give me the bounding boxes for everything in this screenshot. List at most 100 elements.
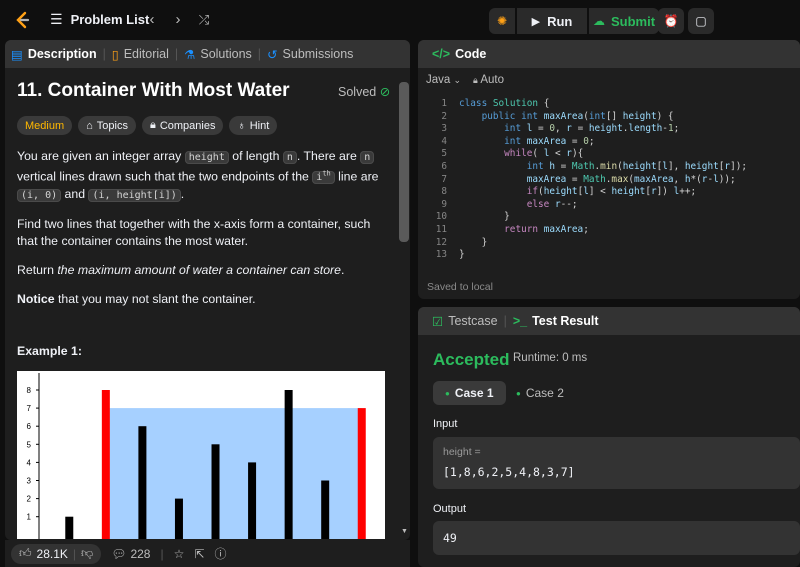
tab-submissions[interactable]: ↺ Submissions [261,40,359,68]
code-line: int l = 0, r = height.length-1; [504,123,680,135]
companies-chip[interactable]: 🔒︎ Companies [141,116,224,135]
next-problem-icon[interactable]: › [170,12,186,28]
case-2-tab[interactable]: ● Case 2 [504,381,576,405]
chart-bar [321,480,330,555]
dot-icon: ● [445,388,450,398]
alarm-clock-icon: ⏰ [663,14,679,28]
book-icon: ▯ [111,47,119,62]
share-icon[interactable]: ⇱ [194,547,204,561]
input-var-name: height = [443,446,481,458]
case-1-tab[interactable]: ● Case 1 [433,381,506,405]
terminal-icon: >_ [512,314,528,328]
chart-bar [248,462,257,555]
y-tick-label: 6 [27,422,32,431]
description-paragraph: Return the maximum amount of water a con… [17,263,345,278]
run-button[interactable]: ▶ Run [517,8,587,34]
debug-button[interactable]: ✺ [489,8,515,34]
chart-bar [211,444,220,555]
lightbulb-icon: ♁ [237,119,246,132]
line-number: 5 [441,148,447,160]
y-tick-label: 1 [27,513,32,522]
comment-icon[interactable]: 💬︎ [111,547,126,561]
description-scrollbar[interactable] [399,82,409,242]
y-tick-label: 8 [27,386,32,395]
chart-bar [101,390,110,555]
code-line: int maxArea = 0; [504,135,595,147]
history-icon: ↺ [267,47,278,62]
code-line: } [459,211,510,223]
input-value: [1,8,6,2,5,4,8,3,7] [443,465,575,479]
y-tick-label: 3 [27,477,32,486]
line-number: 2 [441,110,447,122]
line-number: 10 [435,211,447,223]
hint-chip[interactable]: ♁ Hint [229,116,278,135]
y-tick-label: 5 [27,440,32,449]
difficulty-badge: Medium [17,116,73,135]
line-number: 13 [435,249,447,261]
tab-test-result[interactable]: >_ Test Result [507,307,605,335]
lock-icon: 🔒︎ [473,75,478,85]
y-tick-label: 4 [27,458,32,467]
description-footer: 👍︎ 28.1K | 👎︎ 💬︎ 228 | ☆ ⇱ ⓘ [5,540,410,567]
description-tabs: ▤ Description | ▯ Editorial | ⚗ Solution… [5,40,410,68]
output-value-box[interactable]: 49 [433,521,800,555]
tab-editorial[interactable]: ▯ Editorial [106,40,175,68]
problem-description: You are given an integer array height of… [17,148,392,320]
star-icon[interactable]: ☆ [174,547,185,561]
y-tick-label: 7 [27,404,32,413]
checkbox-icon: ☑ [432,314,444,329]
code-line: public int maxArea(int[] height) { [481,110,674,122]
check-circle-icon: ⊘ [379,85,391,99]
leetcode-logo-icon[interactable] [12,10,32,30]
run-submit-bar: ✺ ▶ Run ☁ Submit [489,8,659,34]
problem-title[interactable]: 11. Container With Most Water [17,80,290,102]
thumbs-up-icon[interactable]: 👍︎ [19,546,32,561]
lock-icon: 🔒︎ [149,119,156,131]
code-line: class Solution { [459,98,550,109]
submit-button[interactable]: ☁ Submit [589,8,659,34]
thumbs-down-icon[interactable]: 👎︎ [81,546,93,561]
chart-bar [138,426,147,555]
topics-chip[interactable]: ⌂ Topics [78,116,136,135]
input-value-box[interactable]: height = [1,8,6,2,5,4,8,3,7] [433,437,800,489]
output-value: 49 [443,531,457,545]
code-line: if(height[l] < height[r]) l++; [526,186,697,198]
tab-description[interactable]: ▤ Description [5,40,103,68]
example-chart: 1 2 3 4 5 6 7 8 [17,371,385,555]
problem-tags: Medium ⌂ Topics 🔒︎ Companies ♁ Hint [17,116,278,135]
auto-mode[interactable]: 🔒︎ Auto [473,74,504,86]
tab-testcase[interactable]: ☑ Testcase [426,307,504,335]
result-status: Accepted [433,350,510,369]
problem-list-button[interactable]: ☰ Problem List [50,11,149,28]
code-line: } [459,249,465,261]
like-dislike-group: 👍︎ 28.1K | 👎︎ [11,543,102,564]
result-tabs: ☑ Testcase | >_ Test Result [418,307,800,335]
line-number: 1 [441,98,447,109]
timer-button[interactable]: ⏰ [658,8,684,34]
chevron-down-icon: ⌄ [453,75,462,85]
chart-bar [174,498,183,555]
line-number: 6 [441,161,447,172]
prev-problem-icon[interactable]: ‹ [144,12,160,28]
scroll-down-icon[interactable]: ▼ [401,528,408,535]
line-number: 7 [441,173,447,185]
tag-icon: ⌂ [86,119,93,132]
help-icon[interactable]: ⓘ [214,545,226,562]
shuffle-icon[interactable]: ⤮ [196,12,212,28]
flask-icon: ⚗ [184,47,196,62]
chart-bar [284,390,293,555]
code-line: return maxArea; [504,224,589,235]
saved-status: Saved to local [427,281,493,293]
line-number: 8 [441,186,447,198]
tab-code[interactable]: </> Code [426,40,492,68]
input-label: Input [433,418,458,430]
notes-button[interactable]: ▢ [688,8,714,34]
dot-icon: ● [516,388,521,398]
output-label: Output [433,503,467,515]
code-line: maxArea = Math.max(maxArea, h*(r-l)); [526,173,736,185]
chart-bar [357,408,366,555]
line-number: 9 [441,198,447,210]
chart-bar [65,516,74,555]
tab-solutions[interactable]: ⚗ Solutions [178,40,258,68]
language-select[interactable]: Java ⌄ [426,74,461,86]
